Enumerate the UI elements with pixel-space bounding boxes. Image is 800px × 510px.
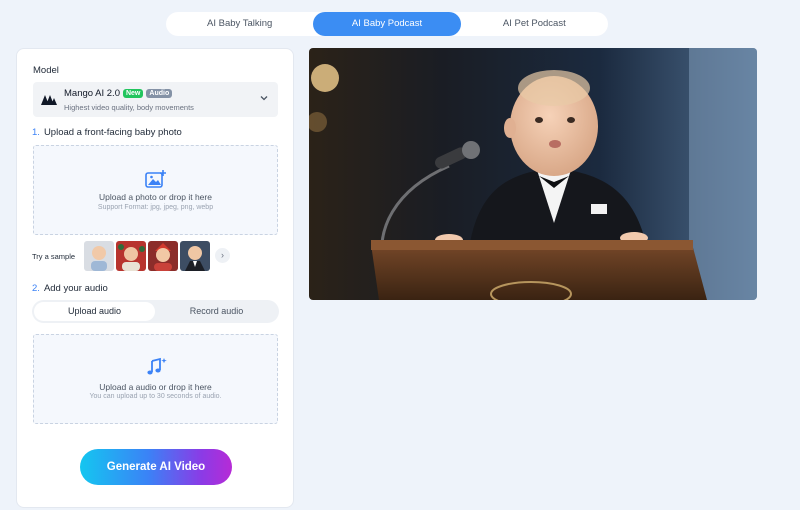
audio-dropzone-limit: You can upload up to 30 seconds of audio… [89, 393, 222, 400]
generate-video-button[interactable]: Generate AI Video [80, 449, 232, 485]
try-sample-label: Try a sample [32, 252, 76, 261]
image-upload-icon [145, 170, 166, 188]
model-label: Model [33, 65, 59, 76]
tab-ai-pet-podcast[interactable]: AI Pet Podcast [461, 12, 608, 36]
audio-badge: Audio [146, 89, 173, 98]
sample-photo-4[interactable] [180, 241, 210, 271]
tab-ai-baby-podcast[interactable]: AI Baby Podcast [313, 12, 461, 36]
model-name-text: Mango AI 2.0 [64, 88, 120, 99]
audio-source-toggle: Upload audio Record audio [32, 300, 279, 323]
sample-photo-1[interactable] [84, 241, 114, 271]
settings-panel: Model Mango AI 2.0 New Audio Highest video… [16, 48, 294, 508]
chevron-right-icon: › [221, 250, 224, 260]
audio-dropzone[interactable]: Upload a audio or drop it here You can u… [33, 334, 278, 424]
step1-title: Upload a front-facing baby photo [43, 127, 182, 138]
music-note-icon [147, 357, 167, 375]
photo-dropzone-formats: Support Format: jpg, jpeg, png, webp [97, 204, 214, 211]
model-name: Mango AI 2.0 New Audio [64, 88, 173, 99]
chevron-down-icon [260, 96, 268, 101]
new-badge: New [122, 89, 144, 98]
step2-number: 2. [32, 283, 40, 294]
upload-audio-tab[interactable]: Upload audio [34, 302, 155, 321]
model-description: Highest video quality, body movements [64, 103, 194, 112]
sample-photo-3[interactable] [148, 241, 178, 271]
step1-number: 1. [32, 127, 40, 138]
record-audio-tab[interactable]: Record audio [156, 302, 277, 321]
sample-photo-2[interactable] [116, 241, 146, 271]
photo-dropzone-text: Upload a photo or drop it here [99, 192, 212, 202]
mango-logo-icon [41, 95, 57, 105]
step2-title: Add your audio [43, 283, 108, 294]
step2-heading: 2. Add your audio [32, 283, 108, 294]
preview-image [309, 48, 757, 300]
audio-dropzone-text: Upload a audio or drop it here [99, 382, 212, 392]
model-select[interactable]: Mango AI 2.0 New Audio Highest video quali… [33, 82, 278, 117]
samples-next-button[interactable]: › [215, 248, 230, 263]
mode-tabs: AI Baby Talking AI Baby Podcast AI Pet P… [166, 12, 608, 36]
step1-heading: 1. Upload a front-facing baby photo [32, 127, 182, 138]
photo-dropzone[interactable]: Upload a photo or drop it here Support F… [33, 145, 278, 235]
tab-ai-baby-talking[interactable]: AI Baby Talking [166, 12, 313, 36]
